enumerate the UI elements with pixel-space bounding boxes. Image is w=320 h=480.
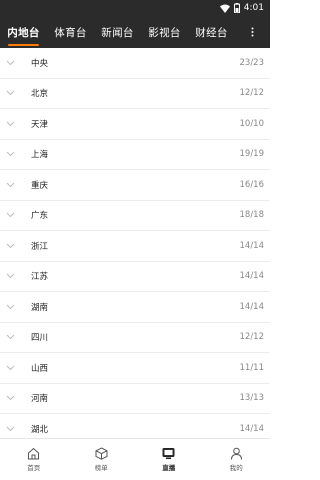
channel-group-row[interactable]: 广东 18/18	[0, 201, 270, 231]
chevron-down-icon	[6, 363, 20, 373]
tab-movies[interactable]: 影视台	[141, 16, 188, 48]
tab-sports[interactable]: 体育台	[47, 16, 94, 48]
channel-group-row[interactable]: 湖北 14/14	[0, 414, 270, 437]
channel-group-row[interactable]: 江苏 14/14	[0, 262, 270, 292]
status-time: 4:01	[243, 3, 264, 13]
chevron-down-icon	[6, 332, 20, 342]
channel-group-name: 广东	[31, 211, 49, 222]
channel-group-list: 中央 23/23 北京 12/12 天津 10/10 上海 19/19 重庆 16/16 广东 18/…	[0, 48, 270, 437]
channel-group-name: 浙江	[31, 241, 49, 252]
wifi-icon	[219, 4, 230, 13]
nav-mine[interactable]: 我的	[203, 439, 271, 480]
chevron-down-icon	[6, 393, 20, 403]
channel-group-count: 23/23	[239, 57, 265, 68]
channel-group-name: 北京	[31, 89, 49, 100]
tv-icon	[162, 448, 175, 459]
bottom-nav: 首页 榜单 直播 我的	[0, 438, 270, 480]
chevron-down-icon	[6, 210, 20, 220]
chevron-down-icon	[6, 180, 20, 190]
channel-group-row[interactable]: 四川 12/12	[0, 323, 270, 353]
channel-group-name: 天津	[31, 119, 49, 130]
channel-group-name: 湖南	[31, 302, 49, 313]
channel-group-name: 重庆	[31, 180, 49, 191]
person-icon	[230, 447, 242, 460]
channel-group-count: 14/14	[239, 271, 265, 282]
battery-icon	[233, 3, 240, 13]
chevron-down-icon	[6, 119, 20, 129]
chevron-down-icon	[6, 149, 20, 159]
nav-ranking-label: 榜单	[94, 464, 108, 472]
channel-group-count: 14/14	[239, 240, 265, 251]
category-tab-bar: 内地台 体育台 新闻台 影视台 财经台	[0, 16, 270, 48]
channel-group-row[interactable]: 浙江 14/14	[0, 231, 270, 262]
chevron-down-icon	[6, 271, 20, 281]
tab-finance[interactable]: 财经台	[188, 16, 235, 48]
nav-ranking[interactable]: 榜单	[68, 439, 136, 480]
channel-group-row[interactable]: 山西 11/11	[0, 353, 270, 384]
channel-group-row[interactable]: 重庆 16/16	[0, 170, 270, 201]
status-bar: 4:01	[0, 0, 270, 16]
channel-group-count: 13/13	[239, 393, 265, 404]
channel-group-name: 湖北	[31, 424, 49, 435]
nav-live-label: 直播	[162, 464, 176, 472]
tab-mainland[interactable]: 内地台	[0, 16, 47, 48]
channel-group-name: 中央	[31, 58, 49, 69]
channel-group-count: 18/18	[239, 210, 265, 221]
channel-group-count: 10/10	[239, 118, 265, 129]
channel-group-row[interactable]: 河南 13/13	[0, 384, 270, 414]
channel-group-name: 山西	[31, 363, 49, 374]
channel-group-name: 上海	[31, 150, 49, 161]
more-vertical-icon	[251, 27, 254, 37]
tab-news[interactable]: 新闻台	[94, 16, 141, 48]
nav-home-label: 首页	[27, 464, 41, 472]
channel-group-row[interactable]: 天津 10/10	[0, 109, 270, 140]
channel-group-count: 14/14	[239, 423, 265, 434]
home-icon	[28, 447, 40, 460]
channel-group-row[interactable]: 上海 19/19	[0, 140, 270, 170]
cube-icon	[95, 447, 108, 460]
nav-live[interactable]: 直播	[135, 439, 203, 480]
channel-group-row[interactable]: 中央 23/23	[0, 48, 270, 79]
chevron-down-icon	[6, 302, 20, 312]
nav-home[interactable]: 首页	[0, 439, 68, 480]
channel-group-row[interactable]: 湖南 14/14	[0, 292, 270, 323]
channel-group-count: 19/19	[239, 149, 265, 160]
chevron-down-icon	[6, 241, 20, 251]
chevron-down-icon	[6, 424, 20, 434]
channel-group-name: 四川	[31, 333, 49, 344]
channel-group-count: 11/11	[239, 362, 265, 373]
channel-group-row[interactable]: 北京 12/12	[0, 79, 270, 109]
channel-group-count: 14/14	[239, 301, 265, 312]
more-button[interactable]	[235, 16, 270, 48]
nav-mine-label: 我的	[229, 464, 243, 472]
channel-group-name: 河南	[31, 394, 49, 405]
channel-group-count: 12/12	[239, 88, 265, 99]
channel-group-name: 江苏	[31, 272, 49, 283]
channel-group-count: 16/16	[239, 179, 265, 190]
chevron-down-icon	[6, 58, 20, 68]
channel-group-count: 12/12	[239, 332, 265, 343]
chevron-down-icon	[6, 88, 20, 98]
